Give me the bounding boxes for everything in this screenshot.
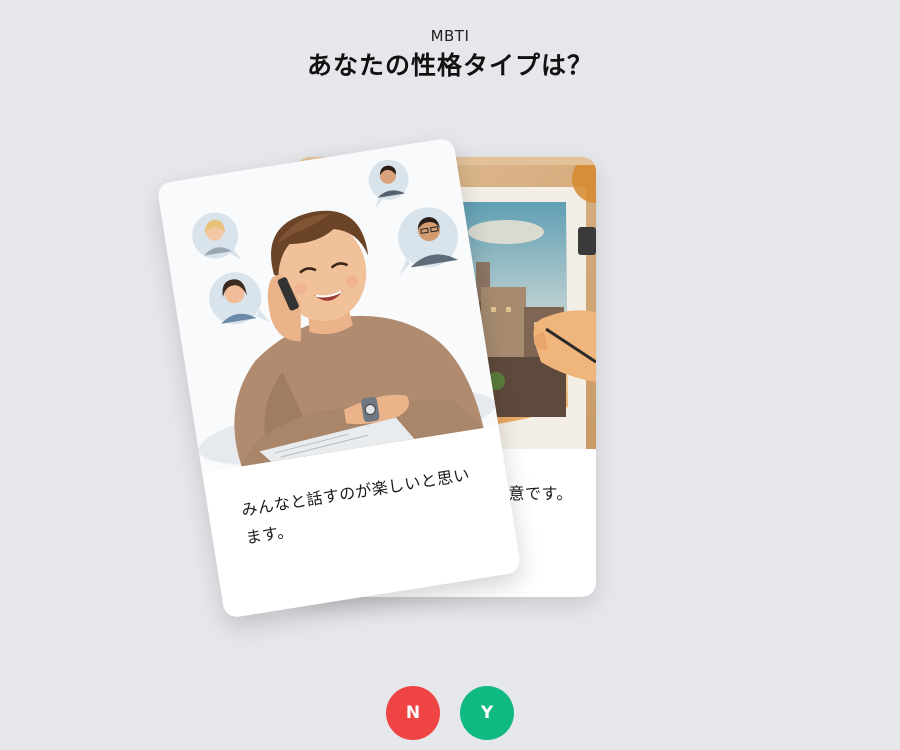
page-subtitle: MBTI <box>430 27 470 45</box>
page-header: MBTI あなたの性格タイプは？ <box>0 26 900 84</box>
answer-buttons: N Y <box>0 686 900 740</box>
person-on-phone-image <box>156 137 499 473</box>
card-front-question-text: みんなと話すのが楽しいと思います。 <box>240 464 472 548</box>
yes-button[interactable]: Y <box>460 686 514 740</box>
page-title: あなたの性格タイプは？ <box>306 51 593 80</box>
no-button[interactable]: N <box>386 686 440 740</box>
